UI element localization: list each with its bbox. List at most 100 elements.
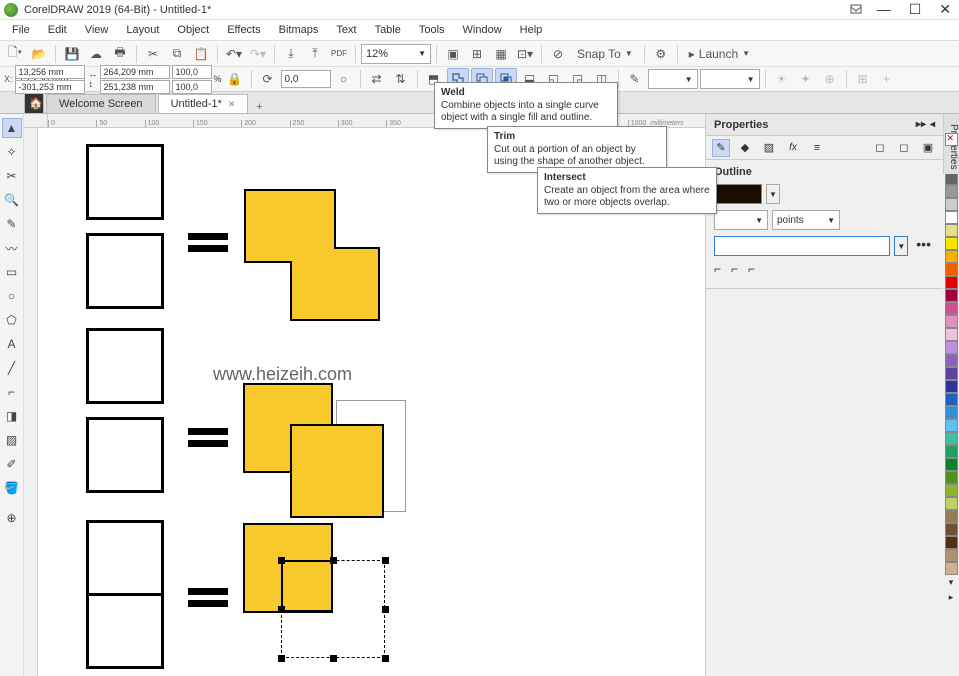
vertical-ruler[interactable] — [24, 128, 38, 676]
color-swatch[interactable] — [945, 185, 958, 198]
color-swatch[interactable] — [945, 354, 958, 367]
square-a1[interactable] — [86, 144, 164, 220]
artistic-media-tool[interactable]: 〰 — [2, 238, 22, 258]
color-swatch[interactable] — [945, 497, 958, 510]
corner-miter-icon[interactable]: ⌐ — [714, 262, 721, 276]
snap-to-button[interactable]: Snap To▼ — [571, 43, 639, 65]
export-button[interactable]: ⤒ — [304, 43, 326, 65]
color-swatch[interactable] — [945, 302, 958, 315]
menu-tools[interactable]: Tools — [411, 22, 453, 38]
menu-file[interactable]: File — [4, 22, 38, 38]
square-b1[interactable] — [86, 233, 164, 309]
outline-more-button[interactable]: ••• — [912, 236, 935, 256]
handle-nw[interactable] — [278, 557, 285, 564]
outline-style-field[interactable] — [714, 236, 890, 256]
handle-se[interactable] — [382, 655, 389, 662]
color-swatch[interactable] — [945, 237, 958, 250]
trim-front[interactable] — [290, 424, 384, 518]
pos-y-input[interactable]: -301,253 mm — [15, 80, 85, 94]
undo-button[interactable]: ↶▾ — [223, 43, 245, 65]
lock-ratio-button[interactable]: 🔒 — [224, 68, 246, 90]
color-swatch[interactable] — [945, 289, 958, 302]
new-doc-button[interactable]: 🗋▾ — [4, 43, 26, 65]
connector-tool[interactable]: ⌐ — [2, 382, 22, 402]
pick-tool[interactable]: ▲ — [2, 118, 22, 138]
menu-view[interactable]: View — [77, 22, 117, 38]
palette-scroll-down[interactable]: ▾ — [949, 575, 954, 590]
new-tab-button[interactable]: + — [250, 101, 268, 113]
snap-off-button[interactable]: ⊘ — [547, 43, 569, 65]
color-swatch[interactable] — [945, 510, 958, 523]
color-swatch[interactable] — [945, 250, 958, 263]
fill-tab[interactable]: ◆ — [736, 139, 754, 157]
rectangle-tool[interactable]: ▭ — [2, 262, 22, 282]
summary-tab[interactable]: ≡ — [808, 139, 826, 157]
color-swatch[interactable] — [945, 432, 958, 445]
paste-button[interactable]: 📋 — [190, 43, 212, 65]
color-swatch[interactable] — [945, 536, 958, 549]
notification-icon[interactable] — [849, 3, 863, 17]
mirror-v-button[interactable]: ⇅ — [390, 68, 412, 90]
zoom-level[interactable]: 12%▼ — [361, 44, 431, 64]
wrap-text-button[interactable]: ☀ — [771, 68, 793, 90]
show-rulers-button[interactable]: ⊞ — [466, 43, 488, 65]
minimize-button[interactable]: — — [873, 1, 895, 18]
color-swatch[interactable] — [945, 198, 958, 211]
outline-width-field[interactable]: ▼ — [714, 210, 768, 230]
shape-tool[interactable]: ✧ — [2, 142, 22, 162]
zoom-tool[interactable]: 🔍 — [2, 190, 22, 210]
close-button[interactable]: ✕ — [935, 1, 955, 18]
crop-tool[interactable]: ✂ — [2, 166, 22, 186]
ellipse-tool[interactable]: ○ — [2, 286, 22, 306]
rotation-input[interactable]: 0,0 — [281, 70, 331, 88]
outline-style-select[interactable]: ▼ — [700, 69, 760, 89]
document-tab[interactable]: Untitled-1*✕ — [158, 94, 249, 113]
close-tab-icon[interactable]: ✕ — [228, 99, 236, 110]
scale-x-input[interactable]: 100,0 — [172, 65, 212, 79]
square-a3[interactable] — [86, 520, 164, 596]
color-swatch[interactable] — [945, 380, 958, 393]
show-grid-button[interactable]: ▦ — [490, 43, 512, 65]
outline-color-dropdown[interactable]: ▼ — [766, 184, 780, 204]
panel-opt2[interactable]: ◻ — [895, 139, 913, 157]
launch-button[interactable]: ▸ Launch ▼ — [683, 43, 756, 65]
quick-customize-button[interactable]: ⊞ — [852, 68, 874, 90]
color-swatch[interactable] — [945, 393, 958, 406]
color-swatch[interactable] — [945, 562, 958, 575]
cut-button[interactable]: ✂ — [142, 43, 164, 65]
corner-round-icon[interactable]: ⌐ — [731, 262, 738, 276]
square-b2[interactable] — [86, 417, 164, 493]
color-swatch[interactable] — [945, 263, 958, 276]
menu-text[interactable]: Text — [328, 22, 364, 38]
panel-menu-icon[interactable]: ▸▸ — [916, 119, 926, 130]
color-swatch[interactable] — [945, 406, 958, 419]
color-swatch[interactable] — [945, 328, 958, 341]
height-input[interactable]: 251,238 mm — [100, 80, 170, 94]
menu-object[interactable]: Object — [169, 22, 217, 38]
color-swatch[interactable] — [945, 419, 958, 432]
color-swatch[interactable] — [945, 315, 958, 328]
align-button[interactable]: ⊕ — [819, 68, 841, 90]
handle-e[interactable] — [382, 606, 389, 613]
menu-window[interactable]: Window — [455, 22, 510, 38]
maximize-button[interactable]: ☐ — [905, 1, 926, 18]
parallel-dim-tool[interactable]: ╱ — [2, 358, 22, 378]
outline-tab[interactable]: ✎ — [712, 139, 730, 157]
menu-help[interactable]: Help — [512, 22, 551, 38]
menu-bitmaps[interactable]: Bitmaps — [271, 22, 327, 38]
scale-y-input[interactable]: 100,0 — [172, 80, 212, 94]
transparency-tab[interactable]: ▨ — [760, 139, 778, 157]
options-button[interactable]: ⚙ — [650, 43, 672, 65]
outline-style-dropdown[interactable]: ▼ — [894, 236, 908, 256]
outline-pen-button[interactable]: ✎ — [624, 68, 646, 90]
square-a2[interactable] — [86, 328, 164, 404]
color-swatch[interactable] — [945, 211, 958, 224]
color-swatch[interactable] — [945, 341, 958, 354]
pos-x-input[interactable]: 13,256 mm — [15, 65, 85, 79]
fx-tab[interactable]: fx — [784, 139, 802, 157]
color-swatch[interactable] — [945, 445, 958, 458]
weld-result[interactable] — [243, 188, 381, 322]
import-button[interactable]: ⤓ — [280, 43, 302, 65]
corner-bevel-icon[interactable]: ⌐ — [748, 262, 755, 276]
print-button[interactable]: 🖶 — [109, 43, 131, 65]
